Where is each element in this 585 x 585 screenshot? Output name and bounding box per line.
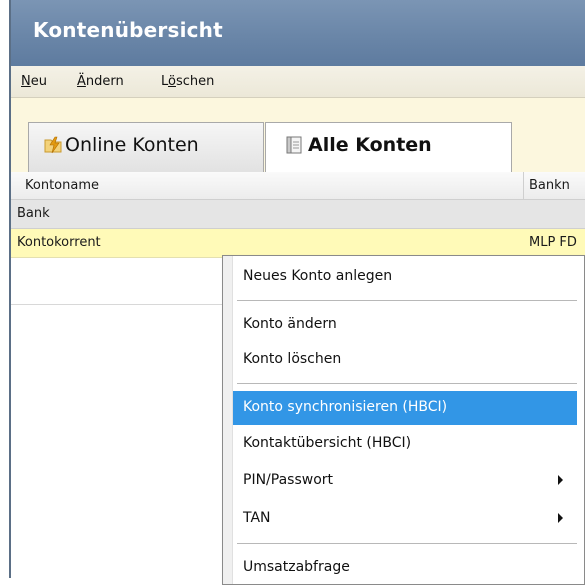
tab-alle-konten[interactable]: Alle Konten xyxy=(265,122,512,172)
menu-bar: Neu Ändern Löschen xyxy=(11,66,585,98)
submenu-arrow-icon xyxy=(558,475,563,485)
group-row-label: Bank xyxy=(17,206,50,221)
menu-mnemonic-neu: N xyxy=(21,74,31,89)
cell-kontoname: Kontokorrent xyxy=(17,235,101,250)
lightning-folder-icon xyxy=(44,136,62,154)
window-left-edge xyxy=(0,0,11,578)
context-item-kontaktuebersicht[interactable]: Kontaktübersicht (HBCI) xyxy=(233,427,577,461)
column-header-kontoname[interactable]: Kontoname xyxy=(25,178,99,193)
tab-online-konten[interactable]: Online Konten xyxy=(28,122,264,172)
column-header-bankname[interactable]: Bankn xyxy=(529,178,585,193)
menu-label-aendern: ndern xyxy=(85,74,124,89)
context-item-konto-synchronisieren[interactable]: Konto synchronisieren (HBCI) xyxy=(233,391,577,425)
context-item-label: Konto löschen xyxy=(243,351,342,367)
tab-alle-konten-label: Alle Konten xyxy=(308,134,432,156)
context-menu-gutter xyxy=(223,256,233,584)
context-item-label: Konto ändern xyxy=(243,316,337,332)
menu-mnemonic-loeschen: ö xyxy=(168,74,176,89)
context-item-konto-loeschen[interactable]: Konto löschen xyxy=(233,343,577,377)
context-item-neues-konto[interactable]: Neues Konto anlegen xyxy=(233,260,577,294)
tab-strip: Online Konten Alle Konten xyxy=(11,98,585,172)
context-menu: Neues Konto anlegen Konto ändern Konto l… xyxy=(222,255,585,585)
context-item-pin-passwort[interactable]: PIN/Passwort xyxy=(233,464,577,498)
menu-item-loeschen[interactable]: Löschen xyxy=(161,74,214,89)
window-title: Kontenübersicht xyxy=(33,18,223,42)
context-item-label: TAN xyxy=(243,510,271,526)
title-bar: Kontenübersicht xyxy=(11,0,585,66)
table-row[interactable]: Kontokorrent MLP FD xyxy=(11,229,585,258)
document-icon xyxy=(286,136,302,154)
context-item-konto-aendern[interactable]: Konto ändern xyxy=(233,308,577,342)
context-item-label: Neues Konto anlegen xyxy=(243,268,393,284)
cell-bankname: MLP FD xyxy=(529,235,577,250)
column-separator[interactable] xyxy=(523,172,524,199)
context-item-label: PIN/Passwort xyxy=(243,472,334,488)
context-menu-divider xyxy=(237,543,577,544)
context-item-tan[interactable]: TAN xyxy=(233,502,577,536)
context-item-label: Kontaktübersicht (HBCI) xyxy=(243,435,412,451)
tab-online-konten-label: Online Konten xyxy=(65,134,199,156)
menu-label-loeschen-pre: L xyxy=(161,74,169,89)
menu-mnemonic-aendern: Ä xyxy=(77,74,86,89)
context-item-label: Umsatzabfrage xyxy=(243,559,350,575)
context-item-umsatzabfrage[interactable]: Umsatzabfrage xyxy=(233,551,577,585)
menu-item-aendern[interactable]: Ändern xyxy=(77,74,124,89)
group-row-bank[interactable]: Bank xyxy=(11,200,585,229)
column-header-row: Kontoname Bankn xyxy=(11,172,585,200)
context-item-label: Konto synchronisieren (HBCI) xyxy=(243,399,448,415)
context-menu-divider xyxy=(237,300,577,301)
submenu-arrow-icon xyxy=(558,513,563,523)
menu-label-loeschen-post: schen xyxy=(175,74,215,89)
menu-item-neu[interactable]: Neu xyxy=(21,74,47,89)
menu-label-neu: eu xyxy=(30,74,47,89)
context-menu-divider xyxy=(237,383,577,384)
